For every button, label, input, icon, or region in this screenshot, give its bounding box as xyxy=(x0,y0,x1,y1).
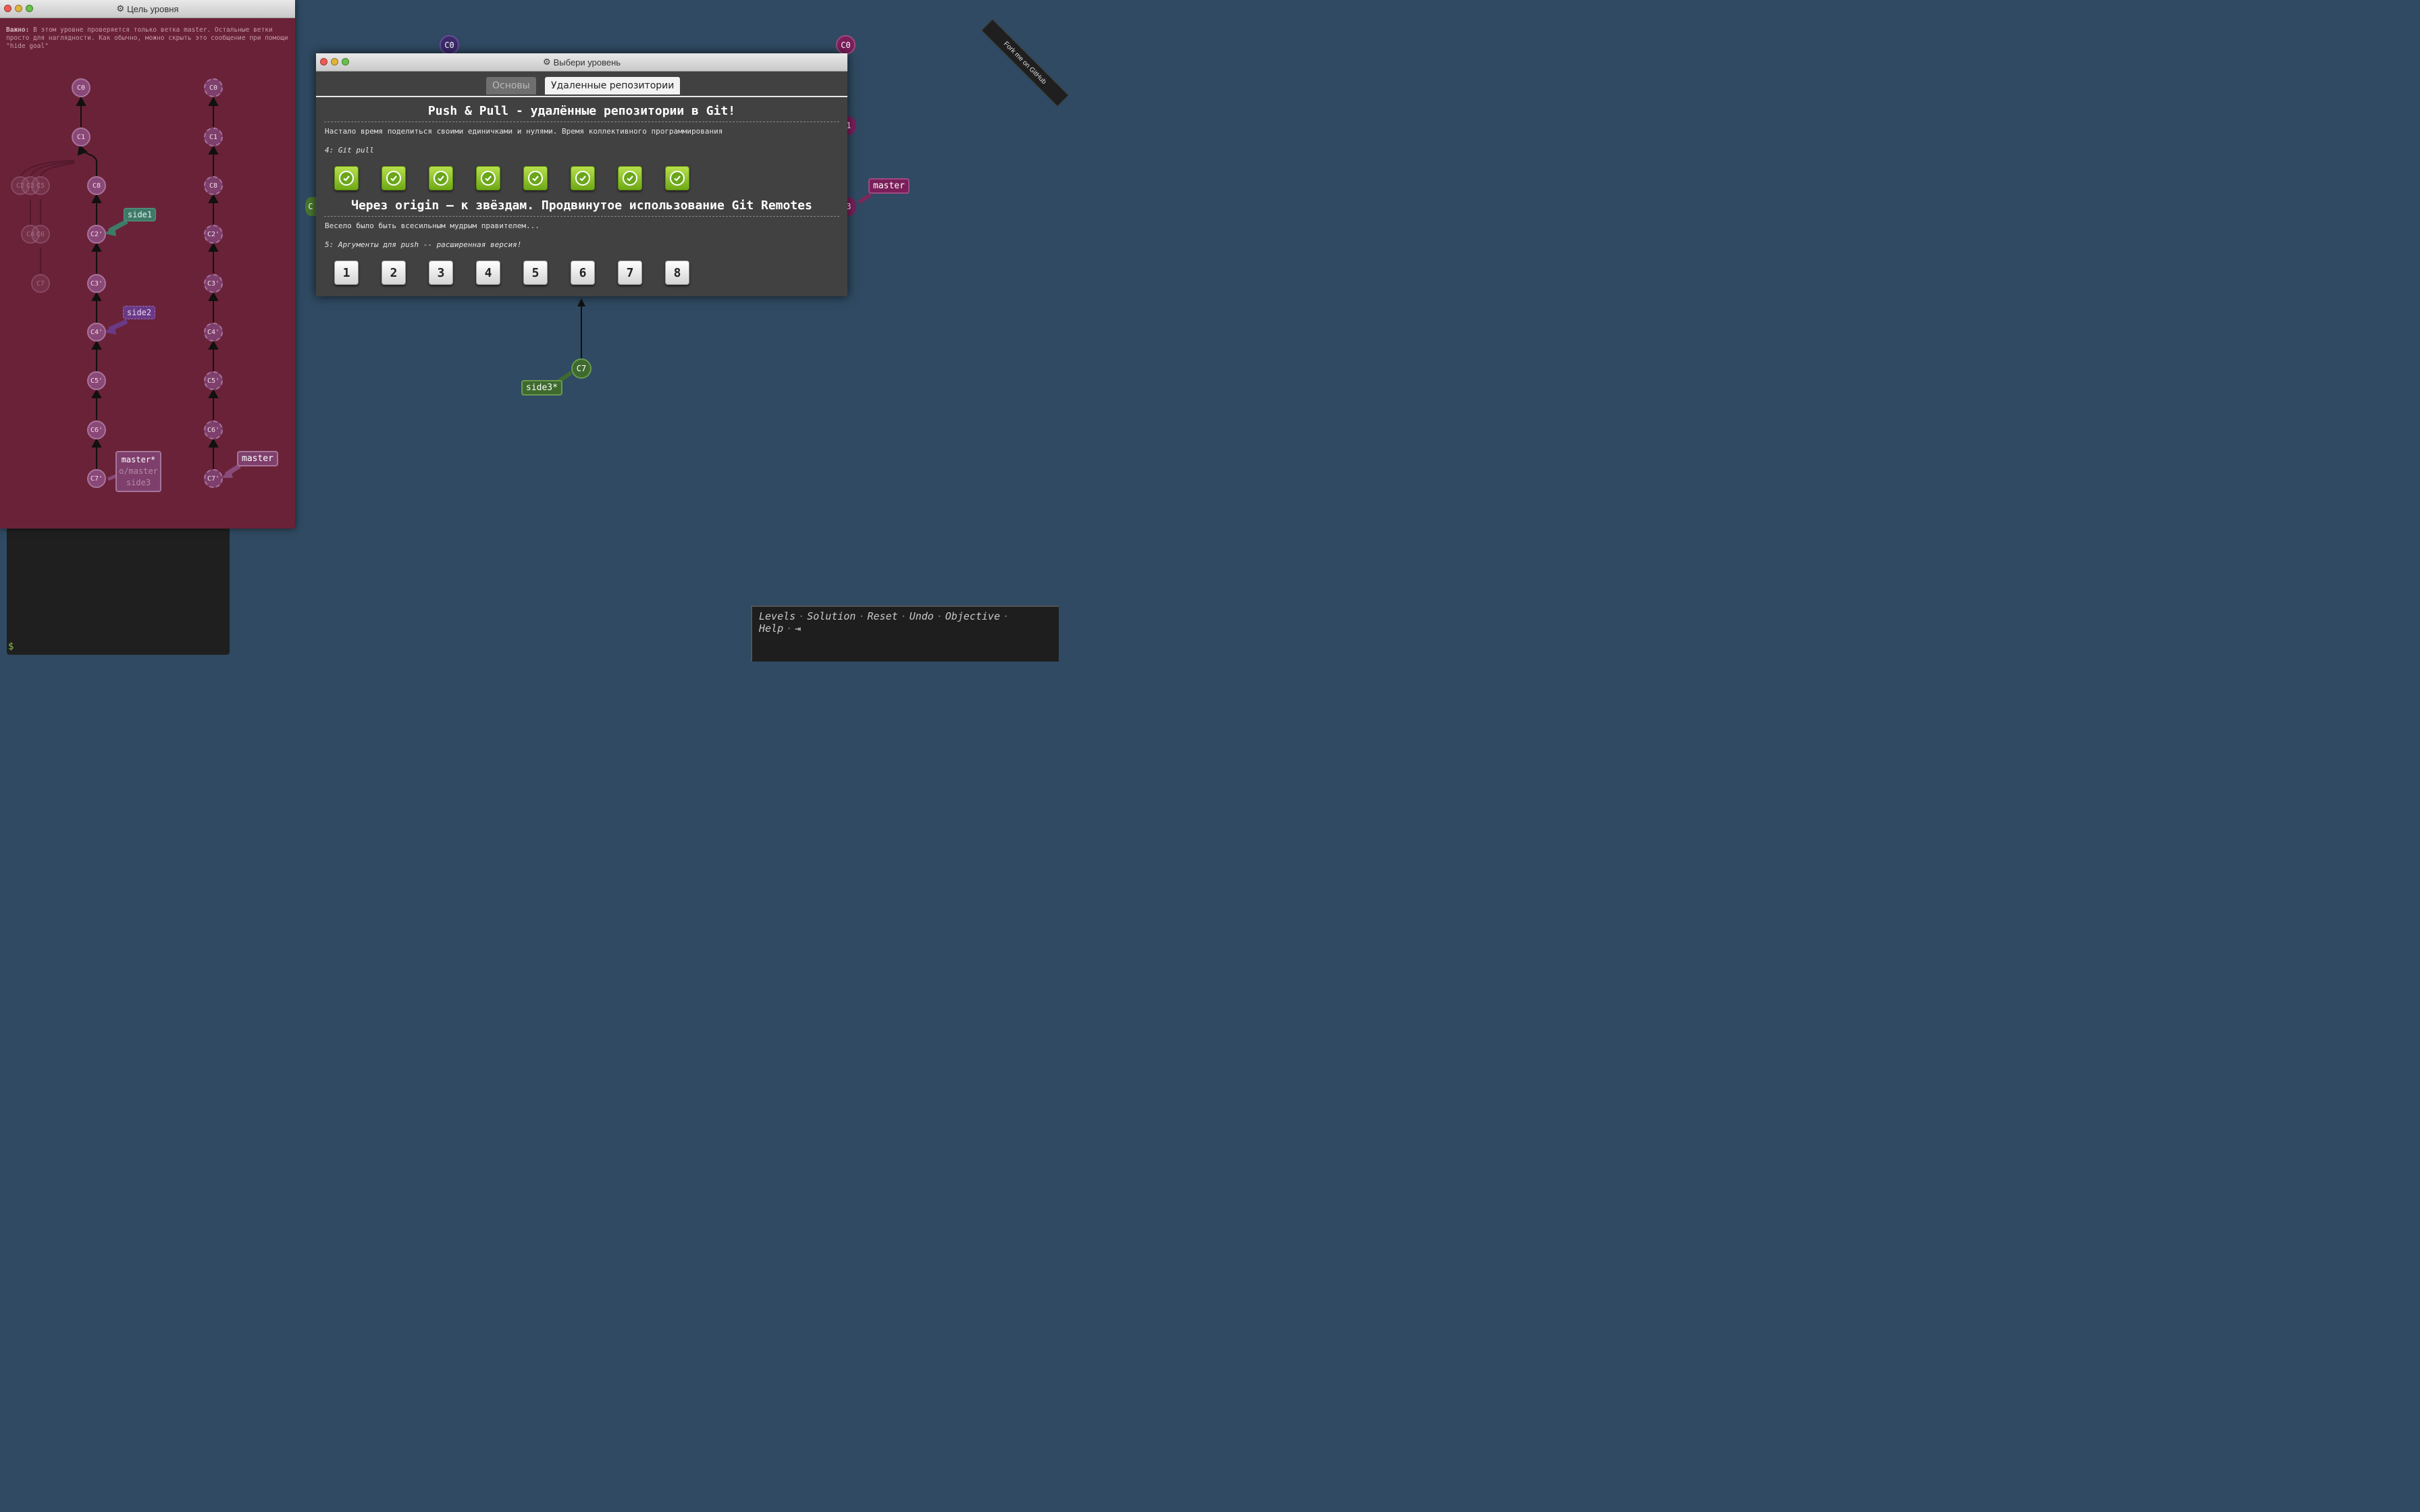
level-window-titlebar[interactable]: ⚙ Выбери уровень xyxy=(316,53,847,72)
goal-tag-side3: side3 xyxy=(126,478,151,487)
bg-node-c0-remote: C0 xyxy=(836,35,856,55)
level-select-window: ⚙ Выбери уровень Основы Удаленные репози… xyxy=(316,53,847,296)
goal-remote-node-c3p: C3' xyxy=(204,274,223,293)
checkmark-icon xyxy=(481,171,496,186)
minimize-icon[interactable] xyxy=(331,58,338,65)
checkmark-icon xyxy=(528,171,543,186)
reset-command[interactable]: Reset xyxy=(868,610,898,622)
level-button[interactable]: 4 xyxy=(476,261,500,285)
sequence-description: Настало время поделиться своими единичка… xyxy=(325,127,723,136)
goal-remote-node-c8: C8 xyxy=(204,176,223,195)
level-button[interactable]: 6 xyxy=(571,261,595,285)
goal-ghost-node: C7 xyxy=(31,274,50,293)
terminal-panel[interactable] xyxy=(7,526,230,655)
goal-remote-node-c0: C0 xyxy=(204,78,223,97)
close-icon[interactable] xyxy=(320,58,327,65)
goal-node-c5p: C5' xyxy=(87,371,106,390)
goal-remote-node-c4p: C4' xyxy=(204,323,223,342)
checkmark-icon xyxy=(386,171,401,186)
goal-node-c6p: C6' xyxy=(87,421,106,439)
sequence-divider xyxy=(324,216,839,217)
sequence-description: Весело было быть всесильным мудрым прави… xyxy=(325,221,540,230)
solution-command[interactable]: Solution xyxy=(807,610,856,622)
goal-tag-o-master: o/master xyxy=(119,466,158,476)
goal-tag-master: master* xyxy=(121,455,156,464)
undo-command[interactable]: Undo xyxy=(910,610,934,622)
goal-node-c2p: C2' xyxy=(87,225,106,244)
goal-node-c1: C1 xyxy=(72,128,90,146)
goal-remote-node-c5p: C5' xyxy=(204,371,223,390)
goal-remote-node-c2p: C2' xyxy=(204,225,223,244)
level-button[interactable]: 5 xyxy=(523,261,548,285)
goal-remote-tag-master: master xyxy=(237,451,278,466)
maximize-icon[interactable] xyxy=(342,58,349,65)
goal-remote-node-c7p: C7' xyxy=(204,469,223,488)
goal-node-c8: C8 xyxy=(87,176,106,195)
checkmark-icon xyxy=(339,171,354,186)
level-button-completed[interactable] xyxy=(618,166,642,190)
goal-tag-stack: master* o/master side3 xyxy=(115,451,161,492)
goal-ghost-node: C5 xyxy=(31,176,50,195)
bg-node-c7[interactable]: C7 xyxy=(571,358,591,379)
gear-icon: ⚙ xyxy=(542,57,551,67)
goal-tag-side1: side1 xyxy=(124,208,157,221)
checkmark-icon xyxy=(575,171,590,186)
level-button[interactable]: 8 xyxy=(665,261,689,285)
bg-node-c0: C0 xyxy=(440,35,459,55)
level-button-completed[interactable] xyxy=(571,166,595,190)
goal-node-c4p: C4' xyxy=(87,323,106,342)
level-window-title: Выбери уровень xyxy=(553,57,621,68)
tab-remote-repositories[interactable]: Удаленные репозитории xyxy=(545,77,681,94)
goal-window: ⚙ Цель уровня Важно: В этом уровне прове… xyxy=(0,0,295,529)
goal-node-c7p: C7' xyxy=(87,469,106,488)
level-button-completed[interactable] xyxy=(665,166,689,190)
branch-tag-side3[interactable]: side3* xyxy=(521,380,562,396)
goal-remote-node-c6p: C6' xyxy=(204,421,223,439)
checkmark-icon xyxy=(433,171,448,186)
goal-tag-side2: side2 xyxy=(123,306,156,319)
sequence-title-push-pull: Push & Pull - удалённые репозитории в Gi… xyxy=(427,104,736,118)
level-button-completed[interactable] xyxy=(429,166,453,190)
sequence-selected-level: 5: Аргументы для push -- расширенная вер… xyxy=(325,240,522,249)
level-button-completed[interactable] xyxy=(476,166,500,190)
terminal-prompt: $ xyxy=(8,641,14,652)
goal-ghost-node: C6 xyxy=(31,225,50,244)
command-bar: Levels · Solution · Reset · Undo · Objective · He… xyxy=(751,605,1059,662)
checkmark-icon xyxy=(623,171,637,186)
checkmark-icon xyxy=(670,171,685,186)
level-button-completed[interactable] xyxy=(382,166,406,190)
objective-command[interactable]: Objective xyxy=(945,610,1000,622)
level-button[interactable]: 2 xyxy=(382,261,406,285)
tab-basics[interactable]: Основы xyxy=(486,77,536,94)
goal-node-c0: C0 xyxy=(72,78,90,97)
bg-node-partial-3: C xyxy=(305,197,316,216)
level-button-completed[interactable] xyxy=(523,166,548,190)
sequence-selected-level: 4: Git pull xyxy=(325,146,374,155)
sequence-title-advanced: Через origin – к звёздам. Продвинутое ис… xyxy=(351,198,812,213)
goal-remote-node-c1: C1 xyxy=(204,128,223,146)
help-command[interactable]: Help xyxy=(759,622,783,634)
level-button[interactable]: 3 xyxy=(429,261,453,285)
goal-node-c3p: C3' xyxy=(87,274,106,293)
goal-graph-edges xyxy=(20,96,241,481)
exit-icon[interactable]: ⇥ xyxy=(795,622,801,634)
levels-command[interactable]: Levels xyxy=(759,610,795,622)
level-button-completed[interactable] xyxy=(334,166,359,190)
level-button[interactable]: 7 xyxy=(618,261,642,285)
level-button[interactable]: 1 xyxy=(334,261,359,285)
branch-tag-master-remote[interactable]: master xyxy=(868,178,910,194)
level-tabs: Основы Удаленные репозитории xyxy=(316,72,847,97)
